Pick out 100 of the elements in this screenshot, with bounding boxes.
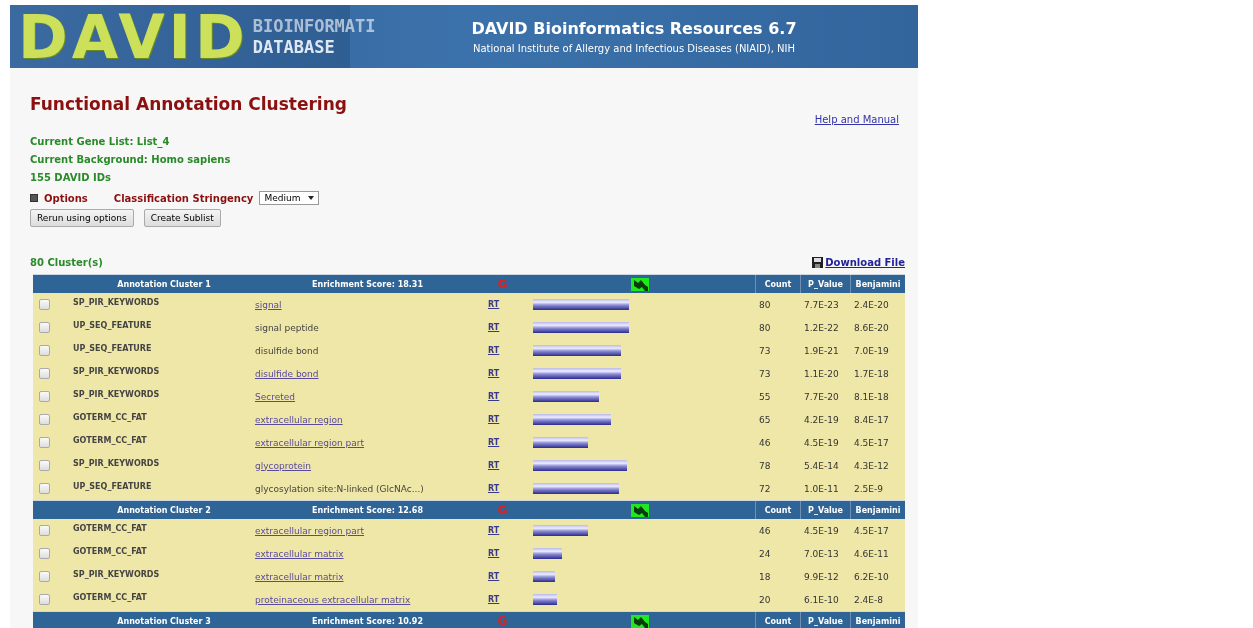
- benjamini-cell-text: 4.5E-17: [853, 437, 890, 448]
- p-value-cell-text: 4.5E-19: [803, 525, 840, 536]
- category-cell-text: UP_SEQ_FEATURE: [72, 343, 153, 353]
- term-link[interactable]: Secreted: [255, 391, 480, 402]
- term-link[interactable]: extracellular region part: [255, 525, 480, 536]
- term-link[interactable]: proteinaceous extracellular matrix: [255, 594, 480, 605]
- checkbox[interactable]: [39, 368, 50, 379]
- term-link[interactable]: extracellular region: [255, 414, 480, 425]
- list-info: Current Gene List: List_4: [30, 135, 171, 150]
- site-title: DAVID Bioinformatics Resources 6.7: [471, 19, 797, 38]
- page-title: Functional Annotation Clustering: [30, 94, 347, 116]
- checkbox[interactable]: [39, 548, 50, 559]
- enrichment-bar: [533, 525, 589, 536]
- logo-text: DAVID: [18, 6, 249, 67]
- download-link[interactable]: Download File: [812, 257, 905, 268]
- p-value-cell-text: 7.7E-20: [803, 391, 840, 402]
- checkbox[interactable]: [39, 414, 50, 425]
- rt-link[interactable]: RT: [488, 549, 500, 558]
- checkbox[interactable]: [39, 571, 50, 582]
- category-cell-text: GOTERM_CC_FAT: [72, 592, 148, 602]
- p-value-cell-text: 6.1E-10: [803, 594, 840, 605]
- checkbox[interactable]: [39, 525, 50, 536]
- help-link[interactable]: Help and Manual: [814, 114, 899, 125]
- benjamini-cell-text: 8.4E-17: [853, 414, 890, 425]
- count-cell-text: 80: [758, 322, 772, 333]
- count-cell-text: 46: [758, 525, 772, 536]
- expand-icon[interactable]: [30, 194, 38, 202]
- category-cell-text: GOTERM_CC_FAT: [72, 435, 148, 445]
- category-cell-text: SP_PIR_KEYWORDS: [72, 569, 161, 579]
- benjamini-cell-text: 8.1E-18: [853, 391, 890, 402]
- category-cell-text: SP_PIR_KEYWORDS: [72, 389, 161, 399]
- stringency-dropdown[interactable]: Medium: [259, 191, 320, 205]
- count-cell-text: 24: [758, 548, 772, 559]
- term-text: disulfide bond: [255, 345, 320, 356]
- count-cell-text: 73: [758, 345, 772, 356]
- count-cell-text: 18: [758, 571, 772, 582]
- checkbox[interactable]: [39, 483, 50, 494]
- p-value-cell-text: 9.9E-12: [803, 571, 840, 582]
- logo-subtitle: DATABASE: [252, 38, 336, 56]
- p-value-cell-text: 1.9E-21: [803, 345, 840, 356]
- options-toggle[interactable]: Options: [44, 192, 88, 204]
- count-cell-text: 78: [758, 460, 772, 471]
- term-link[interactable]: extracellular region part: [255, 437, 480, 448]
- benjamini-cell-text: 4.3E-12: [853, 460, 890, 471]
- rt-link[interactable]: RT: [488, 484, 500, 493]
- enrichment-bar: [533, 594, 557, 605]
- enrichment-score: Enrichment Score: 18.31: [311, 279, 424, 289]
- benjamini-cell-text: 8.6E-20: [853, 322, 890, 333]
- cluster-name: Annotation Cluster 2: [116, 505, 212, 515]
- term-link[interactable]: signal: [255, 299, 480, 310]
- benjamini-cell-text: 7.0E-19: [853, 345, 890, 356]
- chart-icon[interactable]: [631, 503, 649, 517]
- cluster-name: Annotation Cluster 1: [116, 279, 212, 289]
- count-cell-text: 73: [758, 368, 772, 379]
- enrichment-bar: [533, 437, 589, 448]
- count-cell-text: 72: [758, 483, 772, 494]
- enrichment-bar: [533, 571, 555, 582]
- rt-link[interactable]: RT: [488, 300, 500, 309]
- count-cell-text: 65: [758, 414, 772, 425]
- rt-link[interactable]: RT: [488, 461, 500, 470]
- rt-link[interactable]: RT: [488, 346, 500, 355]
- p-value-cell-text: 7.0E-13: [803, 548, 840, 559]
- rt-link[interactable]: RT: [488, 369, 500, 378]
- checkbox[interactable]: [39, 460, 50, 471]
- rt-link[interactable]: RT: [488, 595, 500, 604]
- rt-link[interactable]: RT: [488, 323, 500, 332]
- category-cell-text: UP_SEQ_FEATURE: [72, 481, 153, 491]
- checkbox[interactable]: [39, 437, 50, 448]
- rt-link[interactable]: RT: [488, 572, 500, 581]
- category-cell-text: SP_PIR_KEYWORDS: [72, 297, 161, 307]
- rt-link[interactable]: RT: [488, 526, 500, 535]
- checkbox[interactable]: [39, 345, 50, 356]
- enrichment-score: Enrichment Score: 10.92: [311, 616, 424, 626]
- category-cell-text: GOTERM_CC_FAT: [72, 412, 148, 422]
- checkbox[interactable]: [39, 594, 50, 605]
- term-link[interactable]: glycoprotein: [255, 460, 480, 471]
- term-link[interactable]: disulfide bond: [255, 368, 480, 379]
- checkbox[interactable]: [39, 391, 50, 402]
- benjamini-cell-text: 4.5E-17: [853, 525, 890, 536]
- count-cell-text: 55: [758, 391, 772, 402]
- rt-link[interactable]: RT: [488, 392, 500, 401]
- list-info: Current Background: Homo sapiens: [30, 153, 232, 167]
- p-value-cell-text: 7.7E-23: [803, 299, 840, 310]
- term-link[interactable]: extracellular matrix: [255, 548, 480, 559]
- category-cell-text: GOTERM_CC_FAT: [72, 546, 148, 556]
- rt-link[interactable]: RT: [488, 438, 500, 447]
- cluster-name: Annotation Cluster 3: [116, 616, 212, 626]
- chart-icon[interactable]: [631, 614, 649, 628]
- benjamini-cell-text: 2.4E-8: [853, 594, 884, 605]
- checkbox[interactable]: [39, 299, 50, 310]
- checkbox[interactable]: [39, 322, 50, 333]
- chart-icon[interactable]: [631, 277, 649, 291]
- rt-link[interactable]: RT: [488, 415, 500, 424]
- action-button[interactable]: Rerun using options: [30, 209, 134, 227]
- action-button[interactable]: Create Sublist: [143, 209, 221, 227]
- category-cell-text: SP_PIR_KEYWORDS: [72, 458, 161, 468]
- term-link[interactable]: extracellular matrix: [255, 571, 480, 582]
- term-text: glycosylation site:N-linked (GlcNAc...): [255, 483, 425, 494]
- p-value-cell-text: 1.0E-11: [803, 483, 840, 494]
- stringency-label: Classification Stringency: [113, 192, 254, 204]
